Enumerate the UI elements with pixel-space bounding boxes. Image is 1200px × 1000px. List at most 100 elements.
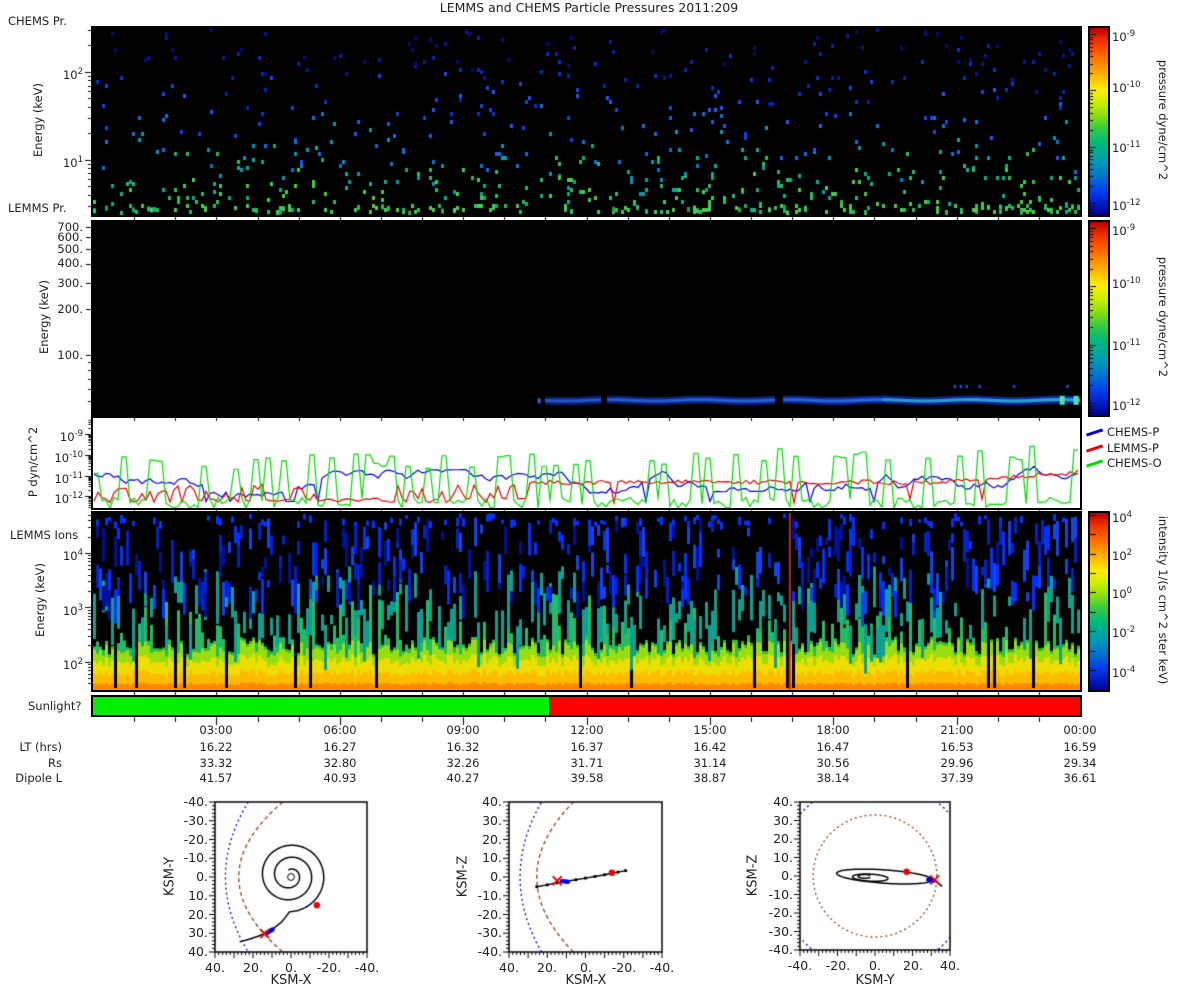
orbit-x-tick-label: 40. bbox=[940, 958, 960, 973]
legend-item-label: CHEMS-P bbox=[1107, 425, 1160, 439]
orbit-yz-xlabel: KSM-Y bbox=[855, 973, 895, 988]
orbit-xz-canvas bbox=[497, 800, 669, 970]
colorbar-tick-label: 10-11 bbox=[1112, 338, 1141, 353]
lemms-ions-spectrogram-canvas bbox=[91, 511, 1082, 692]
ephemeris-value: 16.27 bbox=[323, 740, 357, 754]
orbit-y-tick-label: -10. bbox=[477, 888, 502, 903]
colorbar-tick-label: 100 bbox=[1112, 586, 1133, 601]
y-tick-label: 102 bbox=[62, 657, 83, 672]
time-tick-label: 21:00 bbox=[940, 723, 974, 737]
lemms-pressure-spectrogram-canvas bbox=[91, 220, 1082, 417]
ions-y-axis-label: Energy (keV) bbox=[33, 562, 47, 638]
sunlight-segment bbox=[93, 697, 549, 715]
colorbar-tick-label: 10-9 bbox=[1112, 223, 1136, 238]
colorbar-tick-label: 10-12 bbox=[1112, 198, 1141, 213]
ephemeris-value: 32.26 bbox=[446, 755, 480, 770]
orbit-y-tick-label: -30. bbox=[183, 813, 208, 828]
y-tick-label: 100. bbox=[57, 348, 83, 362]
y-tick-label: 10-11 bbox=[54, 471, 83, 486]
ephemeris-value: 30.56 bbox=[816, 755, 850, 770]
ephemeris-value: 40.93 bbox=[323, 771, 357, 785]
ephemeris-value: 29.34 bbox=[1063, 755, 1097, 770]
orbit-xy-canvas bbox=[203, 800, 375, 970]
ephemeris-value: 16.32 bbox=[446, 740, 480, 754]
time-tick-label: 06:00 bbox=[323, 723, 357, 737]
legend-line-CHEMS-P bbox=[1086, 428, 1103, 437]
legend-item-label: CHEMS-O bbox=[1107, 456, 1162, 470]
orbit-y-tick-label: -30. bbox=[477, 925, 502, 940]
ephemeris-value: 38.87 bbox=[693, 771, 727, 785]
time-tick-label: 15:00 bbox=[693, 723, 727, 737]
legend-item-label: LEMMS-P bbox=[1107, 440, 1159, 455]
time-tick-label: 00:00 bbox=[1063, 723, 1097, 737]
ephemeris-value: 16.22 bbox=[199, 740, 233, 754]
colorbar-tick-label: 10-4 bbox=[1112, 665, 1136, 680]
ephemeris-value: 31.71 bbox=[570, 755, 604, 770]
ephemeris-value: 16.37 bbox=[570, 740, 604, 754]
orbit-y-tick-label: -20. bbox=[183, 832, 208, 847]
pressure-colorbar-label-1: pressure dyne/cm^2 bbox=[1156, 59, 1170, 181]
orbit-y-tick-label: 40. bbox=[773, 794, 793, 809]
orbit-y-tick-label: 0. bbox=[781, 868, 793, 883]
orbit-y-tick-label: -40. bbox=[768, 942, 793, 957]
ephemeris-value: 16.53 bbox=[940, 740, 974, 754]
colorbar-tick-label: 10-12 bbox=[1112, 398, 1141, 413]
orbit-x-tick-label: 20. bbox=[537, 960, 557, 975]
orbit-xz-xlabel: KSM-X bbox=[565, 973, 607, 988]
intensity-colorbar bbox=[1088, 511, 1110, 692]
orbit-y-tick-label: 10. bbox=[188, 888, 208, 903]
orbit-y-tick-label: 20. bbox=[482, 832, 502, 847]
colorbar-tick-label: 10-10 bbox=[1112, 80, 1141, 95]
ephemeris-value: 31.14 bbox=[693, 755, 727, 770]
ephemeris-value: 41.57 bbox=[199, 771, 233, 785]
time-tick-label: 12:00 bbox=[570, 723, 604, 737]
chems-pressure-spectrogram-canvas bbox=[91, 26, 1082, 217]
ephemeris-value: 16.47 bbox=[816, 740, 850, 754]
colorbar-tick-label: 102 bbox=[1112, 548, 1133, 563]
time-tick-label: 03:00 bbox=[199, 723, 233, 737]
ephemeris-value: 32.80 bbox=[323, 755, 357, 770]
orbit-y-tick-label: 20. bbox=[773, 831, 793, 846]
orbit-y-tick-label: 0. bbox=[490, 869, 502, 884]
ephemeris-row-label: Rs bbox=[48, 755, 62, 770]
ephemeris-value: 39.58 bbox=[570, 771, 604, 785]
colorbar-tick-label: 10-2 bbox=[1112, 625, 1136, 640]
ephemeris-row-label: Dipole L bbox=[15, 771, 62, 785]
orbit-y-tick-label: -40. bbox=[183, 794, 208, 809]
orbit-y-tick-label: 30. bbox=[188, 925, 208, 940]
y-tick-label: 10-10 bbox=[54, 450, 83, 465]
y-tick-label: 102 bbox=[62, 67, 83, 82]
orbit-y-tick-label: -40. bbox=[477, 944, 502, 959]
orbit-y-tick-label: 40. bbox=[188, 944, 208, 959]
ephemeris-value: 33.32 bbox=[199, 755, 233, 770]
chems-y-axis-label: Energy (keV) bbox=[31, 82, 45, 158]
orbit-y-tick-label: -20. bbox=[768, 905, 793, 920]
page-title: LEMMS and CHEMS Particle Pressures 2011:… bbox=[439, 0, 739, 15]
legend-line-LEMMS-P bbox=[1086, 443, 1103, 452]
ephemeris-value: 36.61 bbox=[1063, 771, 1097, 785]
orbit-x-tick-label: -40. bbox=[354, 960, 380, 975]
ephemeris-value: 40.27 bbox=[446, 771, 480, 785]
pressure-colorbar-2 bbox=[1088, 220, 1110, 417]
colorbar-tick-label: 10-10 bbox=[1112, 276, 1141, 291]
y-tick-label: 10-9 bbox=[59, 429, 83, 444]
orbit-y-tick-label: -10. bbox=[183, 850, 208, 865]
y-tick-label: 200. bbox=[57, 302, 83, 316]
ephemeris-value: 37.39 bbox=[940, 771, 974, 785]
orbit-y-tick-label: 30. bbox=[773, 813, 793, 828]
orbit-y-tick-label: 10. bbox=[773, 850, 793, 865]
y-tick-label: 300. bbox=[57, 276, 83, 290]
orbit-yz-canvas bbox=[788, 800, 956, 968]
pressure-colorbar-label-2: pressure dyne/cm^2 bbox=[1156, 256, 1170, 378]
orbit-y-tick-label: 0. bbox=[196, 869, 208, 884]
legend-line-CHEMS-O bbox=[1086, 459, 1103, 468]
ephemeris-value: 16.42 bbox=[693, 740, 727, 754]
plot-page: { "title": "LEMMS and CHEMS Particle Pre… bbox=[0, 0, 1200, 1000]
pressure-colorbar-1 bbox=[1088, 26, 1110, 217]
orbit-xy-xlabel: KSM-X bbox=[270, 973, 312, 988]
sunlight-label: Sunlight? bbox=[28, 699, 82, 713]
y-tick-label: 500. bbox=[57, 242, 83, 256]
y-tick-label: 104 bbox=[62, 548, 83, 563]
sunlight-segment bbox=[548, 697, 1080, 715]
pressure-lineplot-canvas bbox=[91, 416, 1082, 510]
